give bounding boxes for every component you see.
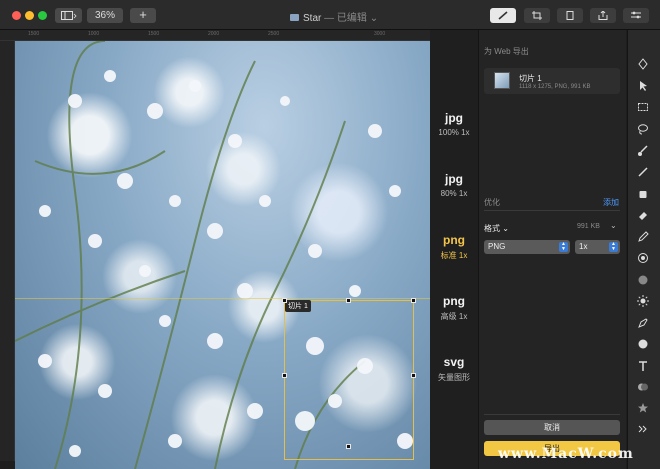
format-select-value: PNG xyxy=(488,242,506,251)
ruler-tick: 1000 xyxy=(88,31,100,37)
slice-label: 切片 1 xyxy=(285,300,311,312)
format-select[interactable]: PNG ▲ ▼ xyxy=(484,240,570,254)
divider xyxy=(484,414,620,415)
ruler-tick: 2500 xyxy=(268,31,280,37)
watermark: www.MacW.com xyxy=(498,446,634,462)
format-detail: 100% 1x xyxy=(438,128,470,137)
format-preset-png-advanced[interactable]: png 高级 1x xyxy=(430,294,478,322)
brightness-icon[interactable] xyxy=(637,295,649,307)
share-button[interactable] xyxy=(590,8,616,23)
slice-guide-line xyxy=(15,298,430,299)
crop-button[interactable] xyxy=(524,8,550,23)
updown-arrows-icon: ▲ ▼ xyxy=(609,242,618,252)
pointer-icon[interactable] xyxy=(637,80,649,92)
slice-name: 切片 1 xyxy=(519,74,542,83)
ruler-tick: 1500 xyxy=(28,31,40,37)
format-preset-png-standard[interactable]: png 标准 1x xyxy=(430,233,478,261)
zoom-window-button[interactable] xyxy=(38,11,47,20)
add-link[interactable]: 添加 xyxy=(603,197,619,208)
scale-select-value: 1x xyxy=(579,242,588,251)
panel-header: 为 Web 导出 xyxy=(484,47,529,56)
add-button[interactable]: + xyxy=(130,8,156,23)
format-name: svg xyxy=(443,355,465,369)
rectangle-select-icon[interactable] xyxy=(637,101,649,113)
sidebar-icon xyxy=(60,11,77,20)
pen-nib-icon[interactable] xyxy=(637,58,649,70)
clone-stamp-icon[interactable] xyxy=(637,252,649,264)
text-icon[interactable] xyxy=(637,360,649,372)
pencil-icon[interactable] xyxy=(637,231,649,243)
ruler-tick: 2000 xyxy=(208,31,220,37)
image-document-icon xyxy=(290,14,299,21)
divider xyxy=(484,210,620,211)
format-label-text: 格式 xyxy=(484,224,500,233)
slice-handle-right[interactable] xyxy=(411,373,416,378)
format-preset-svg[interactable]: svg 矢量图形 xyxy=(430,355,478,383)
format-name: jpg xyxy=(445,111,463,125)
cancel-button[interactable]: 取消 xyxy=(484,420,620,435)
pen-icon[interactable] xyxy=(637,317,649,329)
slice-thumbnail xyxy=(494,72,510,89)
sliders-icon xyxy=(631,11,641,19)
page-icon xyxy=(566,11,574,20)
format-name: jpg xyxy=(445,172,463,186)
slice-handle-top[interactable] xyxy=(346,298,351,303)
file-size: 991 KB xyxy=(577,223,600,230)
chevron-down-icon[interactable]: ⌄ xyxy=(370,13,378,24)
format-detail: 高级 1x xyxy=(440,312,468,321)
slice-handle-top-right[interactable] xyxy=(411,298,416,303)
edit-mode-button[interactable] xyxy=(490,8,516,23)
view-mode-button[interactable] xyxy=(55,8,82,23)
shape-icon[interactable] xyxy=(637,338,649,350)
format-name: png xyxy=(443,233,465,247)
document-status: — 已编辑 xyxy=(324,13,367,24)
slice-handle-top-left[interactable] xyxy=(282,298,287,303)
crop-icon xyxy=(532,11,542,20)
gradient-icon[interactable] xyxy=(637,274,649,286)
minimize-window-button[interactable] xyxy=(25,11,34,20)
brush-icon xyxy=(498,11,508,20)
color-picker-icon[interactable] xyxy=(637,381,649,393)
optimize-label: 优化 xyxy=(484,198,500,207)
chevron-down-icon: ⌄ xyxy=(502,224,509,233)
more-tools-icon[interactable] xyxy=(637,423,649,435)
zoom-dropdown[interactable]: 36% xyxy=(87,8,123,23)
ruler-tick: 3000 xyxy=(374,31,386,37)
scale-select[interactable]: 1x ▲ ▼ xyxy=(575,240,620,254)
format-name: png xyxy=(443,294,465,308)
document-title: Star — 已编辑 ⌄ xyxy=(290,9,378,24)
line-icon[interactable] xyxy=(637,166,649,178)
format-section-label[interactable]: 格式 ⌄ xyxy=(484,223,509,234)
document-button[interactable] xyxy=(557,8,583,23)
slice-selection[interactable] xyxy=(284,300,414,460)
collapse-chevron-icon[interactable]: ⌄ xyxy=(610,221,617,230)
lasso-icon[interactable] xyxy=(637,123,649,135)
format-detail: 80% 1x xyxy=(440,189,468,198)
close-window-button[interactable] xyxy=(12,11,21,20)
paint-bucket-icon[interactable] xyxy=(637,188,649,200)
paint-brush-icon[interactable] xyxy=(637,145,649,157)
slice-handle-bottom[interactable] xyxy=(346,444,351,449)
eraser-icon[interactable] xyxy=(637,209,649,221)
format-preset-jpg-80[interactable]: jpg 80% 1x xyxy=(430,172,478,198)
slice-handle-left[interactable] xyxy=(282,373,287,378)
share-icon xyxy=(598,11,608,20)
ruler-tick: 1500 xyxy=(148,31,160,37)
adjustments-button[interactable] xyxy=(623,8,649,23)
format-detail: 标准 1x xyxy=(440,251,468,260)
slice-meta: 1118 x 1275, PNG, 991 KB xyxy=(519,84,591,90)
format-preset-jpg-100[interactable]: jpg 100% 1x xyxy=(430,111,478,137)
vertical-ruler xyxy=(0,41,15,461)
star-icon[interactable] xyxy=(637,402,649,414)
updown-arrows-icon: ▲ ▼ xyxy=(559,242,568,252)
format-detail: 矢量图形 xyxy=(438,373,470,382)
horizontal-ruler: 1500 1000 1500 2000 2500 3000 xyxy=(0,30,430,41)
document-name: Star xyxy=(303,13,322,24)
